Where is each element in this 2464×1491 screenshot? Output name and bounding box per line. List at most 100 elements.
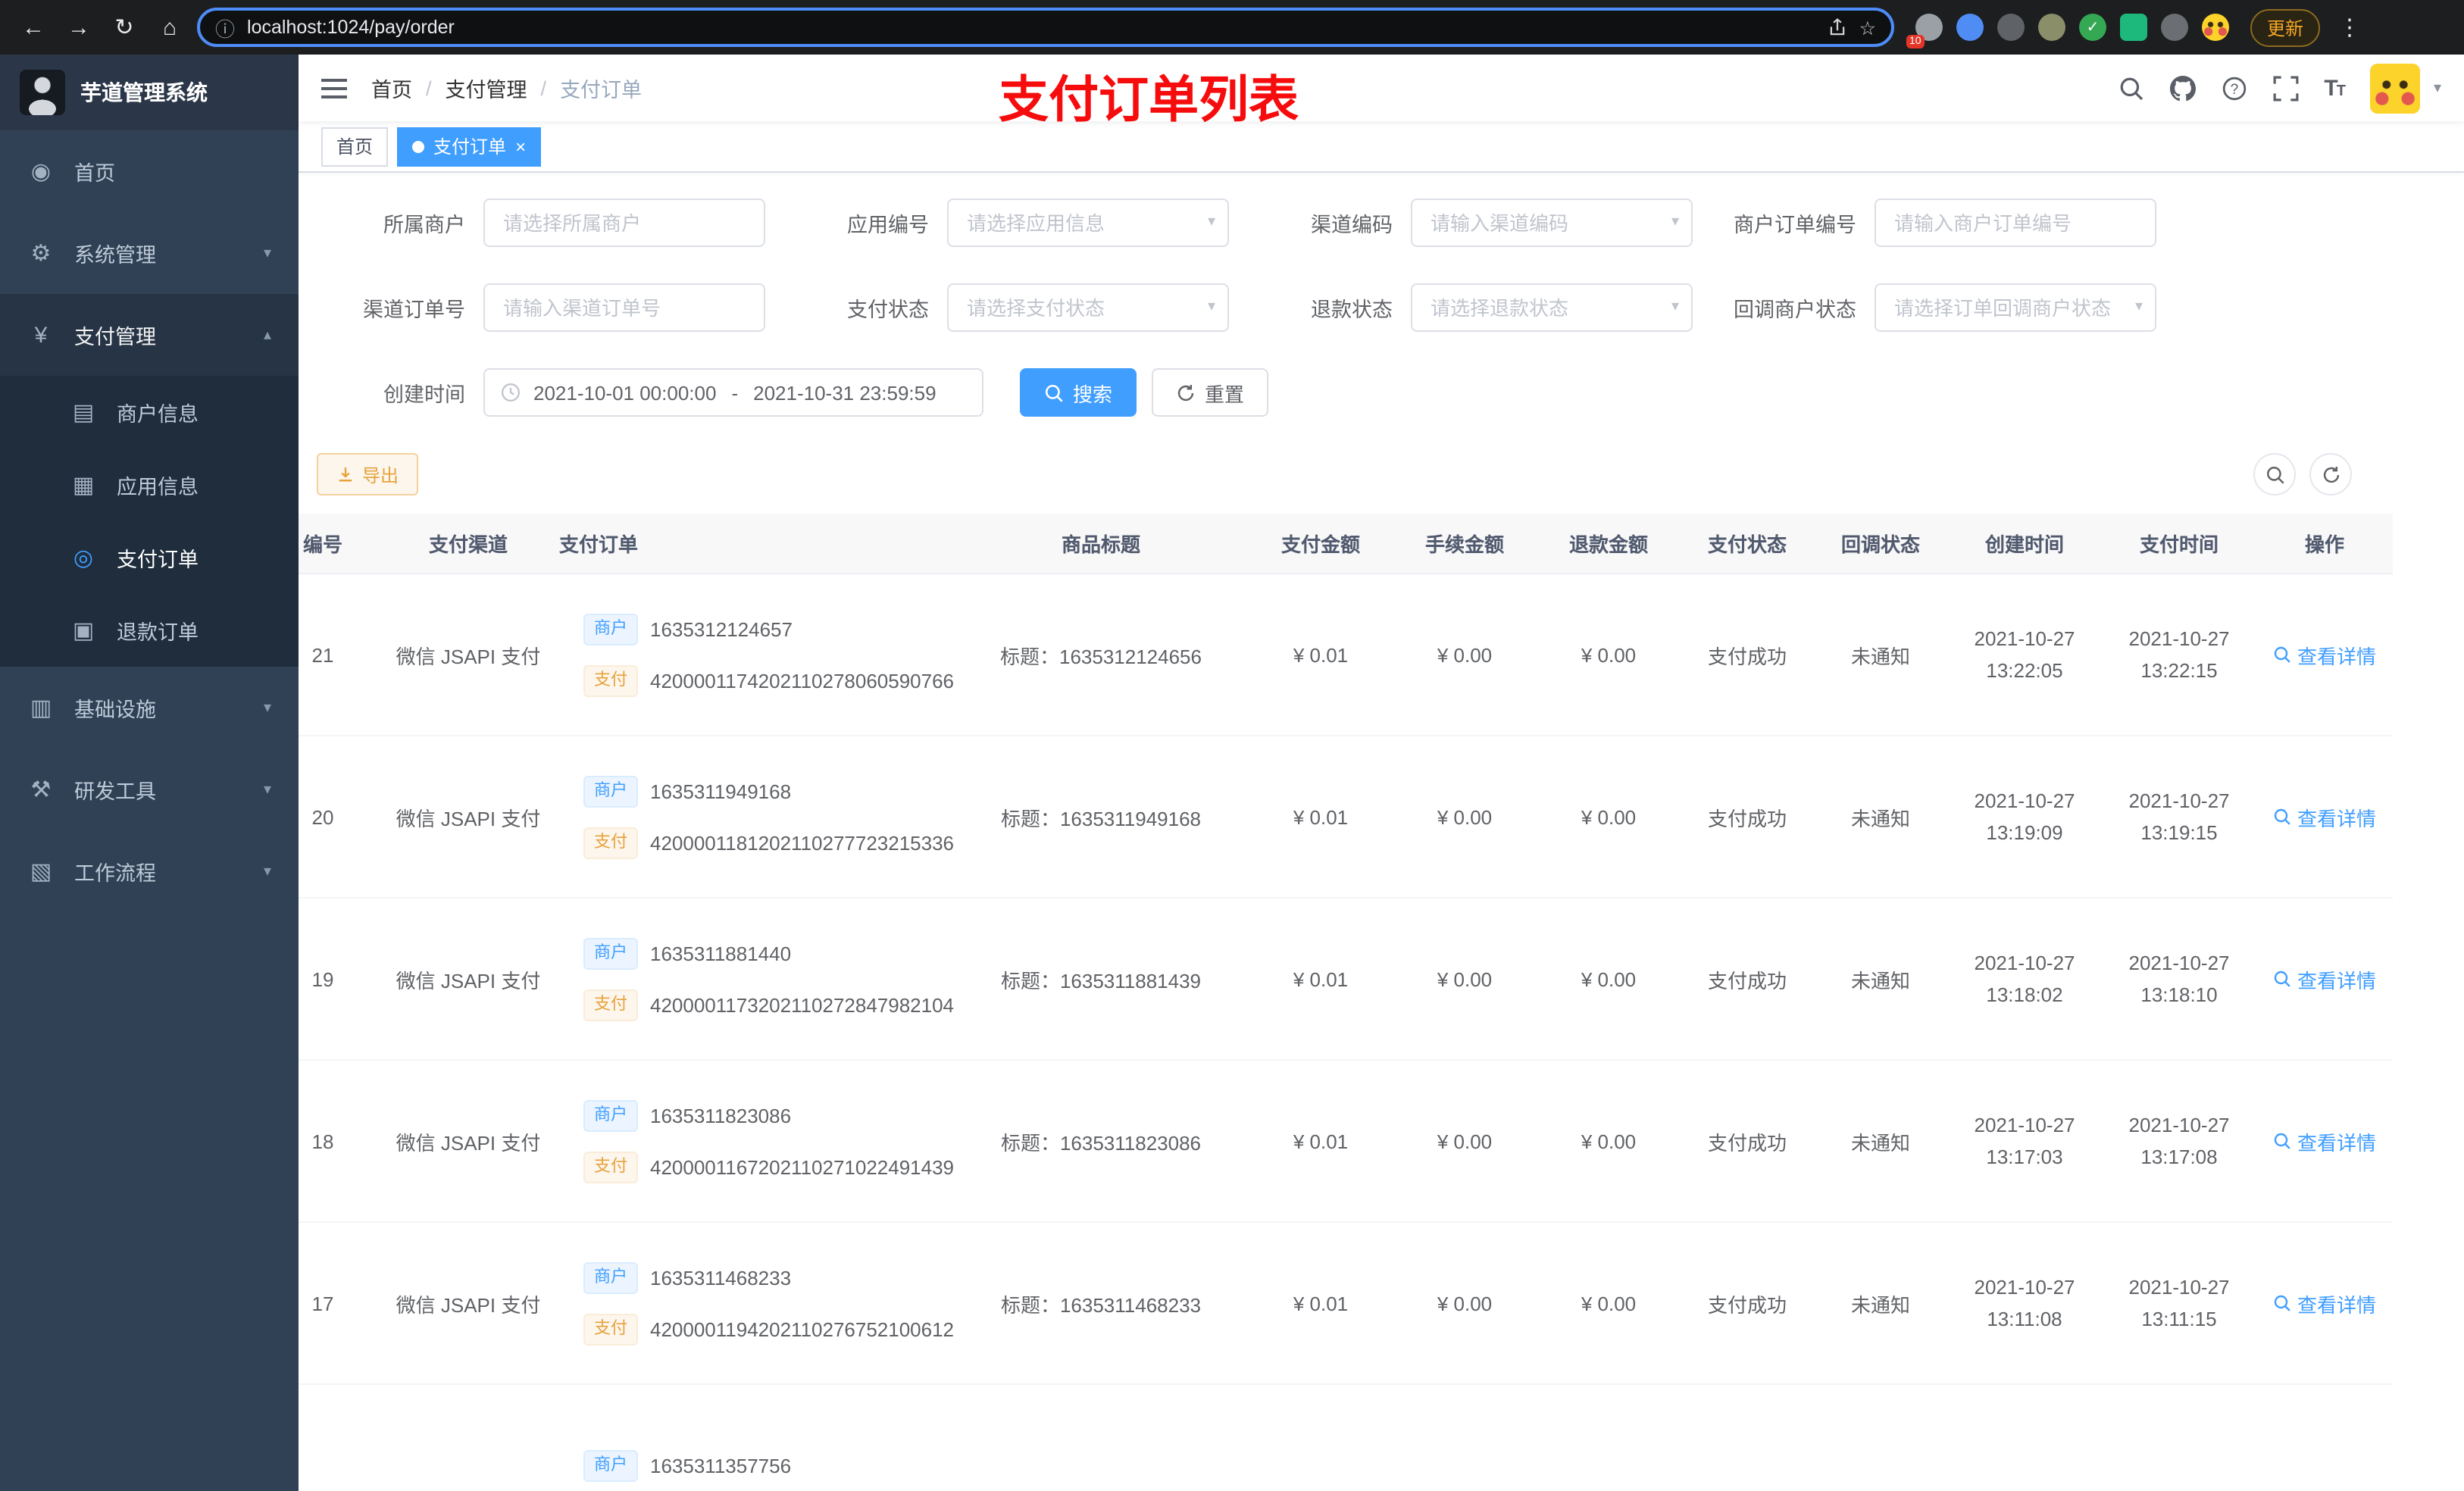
pay-order-no: 4200001194202110276752100612 [650, 1318, 955, 1340]
share-icon[interactable] [1828, 17, 1847, 37]
sidebar-item-3[interactable]: ▤ 商户信息 [0, 376, 299, 449]
refresh-icon [2322, 465, 2339, 483]
app-id-select[interactable] [947, 198, 1229, 247]
breadcrumb: 首页 / 支付管理 / 支付订单 [371, 73, 642, 103]
chevron-down-icon: ▾ [263, 245, 271, 261]
date-start: 2021-10-01 00:00:00 [533, 381, 717, 404]
sidebar-item-2[interactable]: ¥ 支付管理 ▴ [0, 294, 299, 376]
merchant-order-no-input[interactable] [1875, 198, 2156, 247]
cell-notify-status: 未通知 [1814, 736, 1947, 899]
merchant-line: 商户 1635311881440 [583, 937, 791, 969]
page-title-annotation: 支付订单列表 [999, 71, 1299, 127]
pay-status-select[interactable] [947, 283, 1229, 332]
merchant-line: 商户 1635312124657 [583, 613, 793, 645]
user-avatar[interactable] [2369, 63, 2420, 113]
view-detail-link[interactable]: 查看详情 [2273, 802, 2376, 831]
pin-icon[interactable] [2161, 14, 2188, 41]
sidebar-item-5[interactable]: ◎ 支付订单 [0, 521, 299, 594]
fullscreen-icon[interactable] [2272, 75, 2298, 101]
breadcrumb-item[interactable]: 支付管理 [446, 73, 527, 103]
channel-code-select[interactable] [1411, 198, 1693, 247]
browser-extension-icon[interactable] [1956, 14, 1984, 41]
refresh-table-button[interactable] [2309, 453, 2352, 495]
cell-id: 17 [299, 1223, 377, 1385]
tab-pay-order[interactable]: 支付订单 × [397, 127, 542, 166]
cell-order: 商户 1635311881440 支付 42000011732021102728… [559, 899, 955, 1061]
cell-refund: ¥ 0.00 [1537, 736, 1681, 899]
cell-fee: ¥ 0.00 [1393, 1061, 1537, 1223]
tab-home[interactable]: 首页 [321, 127, 389, 166]
profile-avatar-icon[interactable] [2202, 14, 2229, 41]
search-icon [2274, 1295, 2290, 1311]
search-button[interactable]: 搜索 [1020, 368, 1137, 417]
cell-notify-status: 未通知 [1814, 1223, 1947, 1385]
merchant-input[interactable] [483, 198, 765, 247]
back-icon[interactable]: ← [15, 14, 52, 40]
view-detail-link[interactable]: 查看详情 [2273, 1127, 2376, 1155]
cell-pay-time [2102, 1385, 2256, 1491]
browser-extension-icon[interactable] [2120, 14, 2147, 41]
cell-order: 商户 1635311468233 支付 42000011942021102767… [559, 1223, 955, 1385]
sidebar-item-8[interactable]: ⚒ 研发工具 ▾ [0, 749, 299, 830]
extensions-puzzle-icon[interactable]: 10 [1906, 14, 1943, 48]
cell-channel: 微信 JSAPI 支付 [377, 736, 559, 899]
home-icon[interactable]: ⌂ [152, 14, 188, 40]
breadcrumb-item[interactable]: 首页 [371, 73, 412, 103]
cell-create-time: 2021-10-27 13:11:08 [1947, 1223, 2102, 1385]
help-icon[interactable]: ? [2221, 75, 2247, 101]
search-icon[interactable] [2118, 75, 2143, 101]
toggle-search-button[interactable] [2253, 453, 2296, 495]
hamburger-icon[interactable] [321, 78, 347, 98]
search-icon [2274, 1133, 2290, 1149]
update-button[interactable]: 更新 [2250, 8, 2321, 46]
payment-yen-icon: ¥ [34, 322, 48, 348]
chevron-down-icon[interactable]: ▾ [2434, 80, 2441, 96]
table-row: 20 微信 JSAPI 支付 商户 1635311949168 支付 42000… [299, 736, 2393, 899]
cell-notify-status: 未通知 [1814, 899, 1947, 1061]
sidebar-item-label: 支付订单 [117, 549, 199, 571]
screen: ← → ↻ ⌂ ⓘ localhost:1024/pay/order ☆ 10 … [0, 0, 2464, 1491]
view-detail-link[interactable]: 查看详情 [2273, 640, 2376, 669]
app-title: 芋道管理系统 [80, 80, 208, 105]
notify-status-select[interactable] [1875, 283, 2156, 332]
browser-chrome: ← → ↻ ⌂ ⓘ localhost:1024/pay/order ☆ 10 … [0, 0, 2464, 55]
sidebar-item-7[interactable]: ▥ 基础设施 ▾ [0, 667, 299, 749]
col-header: 创建时间 [1947, 514, 2102, 574]
sidebar-item-0[interactable]: ◉ 首页 [0, 130, 299, 212]
font-size-icon[interactable]: TT [2324, 75, 2346, 101]
forward-icon[interactable]: → [61, 14, 97, 40]
browser-extension-icon[interactable] [2038, 14, 2065, 41]
export-button[interactable]: 导出 [317, 453, 419, 495]
devtools-icon: ⚒ [30, 777, 52, 803]
refund-status-select[interactable] [1411, 283, 1693, 332]
browser-extensions: 10 ✓ [1906, 14, 2229, 48]
pay-tag: 支付 [583, 664, 638, 696]
channel-order-no-input[interactable] [483, 283, 765, 332]
close-icon[interactable]: × [515, 136, 526, 157]
reload-icon[interactable]: ↻ [106, 14, 142, 41]
chevron-down-icon: ▾ [1207, 298, 1215, 315]
cell-pay-time: 2021-10-27 13:19:15 [2102, 736, 2256, 899]
view-detail-link[interactable]: 查看详情 [2273, 964, 2376, 993]
github-icon[interactable] [2169, 75, 2196, 101]
bookmark-star-icon[interactable]: ☆ [1859, 16, 1876, 39]
browser-menu-icon[interactable]: ⋮ [2338, 14, 2361, 41]
pay-order-no: 4200001173202110272847982104 [650, 993, 955, 1016]
create-time-range-picker[interactable]: 2021-10-01 00:00:00 - 2021-10-31 23:59:5… [483, 368, 983, 417]
merchant-order-no: 1635311357756 [650, 1454, 792, 1477]
cell-fee: ¥ 0.00 [1393, 574, 1537, 736]
sidebar-item-1[interactable]: ⚙ 系统管理 ▾ [0, 212, 299, 294]
cell-pay-time: 2021-10-27 13:22:15 [2102, 574, 2256, 736]
cell-order: 商户 1635311823086 支付 42000011672021102710… [559, 1061, 954, 1223]
sidebar-item-4[interactable]: ▦ 应用信息 [0, 449, 299, 521]
browser-extension-icon[interactable] [1997, 14, 2025, 41]
sidebar-item-9[interactable]: ▧ 工作流程 ▾ [0, 830, 299, 912]
site-info-icon[interactable]: ⓘ [215, 13, 235, 42]
search-icon [2266, 466, 2284, 483]
browser-extension-icon[interactable]: ✓ [2079, 14, 2106, 41]
url-bar[interactable]: ⓘ localhost:1024/pay/order ☆ [197, 8, 1894, 47]
reset-button[interactable]: 重置 [1152, 368, 1269, 417]
view-detail-link[interactable]: 查看详情 [2273, 1289, 2376, 1318]
sidebar-item-6[interactable]: ▣ 退款订单 [0, 594, 299, 667]
merchant-tag: 商户 [583, 1099, 638, 1131]
